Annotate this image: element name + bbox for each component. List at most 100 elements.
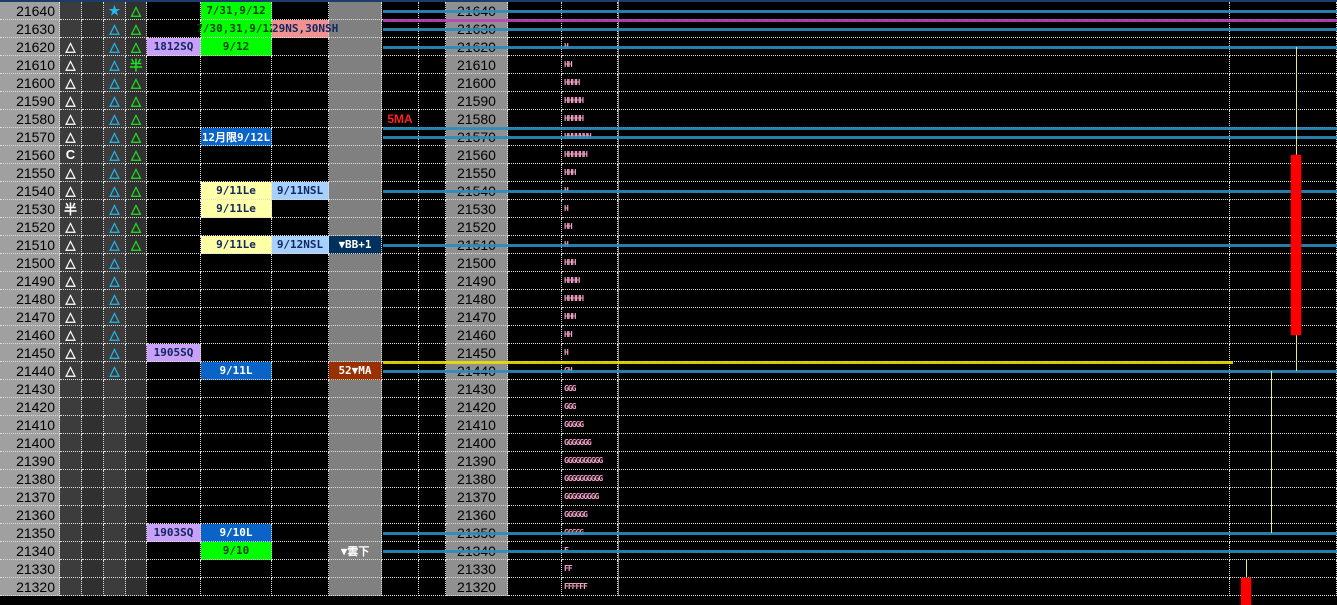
cell-ind: [329, 200, 382, 218]
level-label[interactable]: ▼雲下: [329, 542, 382, 560]
cell-b: △: [104, 74, 126, 92]
cell-a: [60, 2, 82, 20]
cell-a: △: [60, 182, 82, 200]
tpo-profile: HHH: [562, 254, 618, 272]
marker: △: [109, 290, 120, 306]
cell-x: [82, 236, 104, 254]
cell-c: △: [126, 182, 147, 200]
cell-chart2: [1230, 380, 1337, 398]
cell-c: △: [126, 110, 147, 128]
price-label: 21340: [0, 542, 60, 560]
cell-b: △: [104, 182, 126, 200]
cell-ind: [329, 506, 382, 524]
marker: ★: [108, 2, 121, 18]
cell-x: [82, 578, 104, 596]
price-label: 21520: [0, 218, 60, 236]
price-label: 21400: [446, 434, 508, 452]
price-label: 21410: [446, 416, 508, 434]
cell-e: [419, 416, 446, 434]
level-label[interactable]: ▼BB+1: [329, 236, 382, 254]
cell-ind: [329, 272, 382, 290]
cell-b: △: [104, 164, 126, 182]
cell-a: [60, 398, 82, 416]
support-resistance-line: [383, 531, 1337, 535]
cell-x: [82, 218, 104, 236]
marker: △: [65, 92, 76, 108]
cell-x: [82, 344, 104, 362]
level-label[interactable]: 52▼MA: [329, 362, 382, 380]
cell-e: [419, 272, 446, 290]
cell-sq: [147, 236, 201, 254]
cell-b: △: [104, 308, 126, 326]
level-label[interactable]: 12月限9/12L: [201, 128, 272, 146]
cell-c: △: [126, 92, 147, 110]
marker: △: [131, 110, 141, 126]
price-label: 21420: [0, 398, 60, 416]
cell-ns: [272, 434, 329, 452]
level-label[interactable]: 1903SQ: [147, 524, 201, 542]
price-label: 21460: [446, 326, 508, 344]
level-label[interactable]: 1812SQ: [147, 38, 201, 56]
cell-f: [508, 560, 562, 578]
price-label: 21370: [446, 488, 508, 506]
tpo-profile: GGG: [562, 398, 618, 416]
level-label[interactable]: 9/12: [201, 38, 272, 56]
cell-c: [126, 488, 147, 506]
cell-chart2: [1230, 56, 1337, 74]
cell-sq: [147, 380, 201, 398]
level-label[interactable]: 9/10L: [201, 524, 272, 542]
cell-chart: [618, 200, 1230, 218]
cell-ind: [329, 488, 382, 506]
cell-date: [201, 578, 272, 596]
cell-b: [104, 380, 126, 398]
cell-b: △: [104, 362, 126, 380]
cell-ns: [272, 560, 329, 578]
cell-chart: [618, 344, 1230, 362]
level-label[interactable]: 7/31,9/12: [201, 2, 272, 20]
level-label[interactable]: 1905SQ: [147, 344, 201, 362]
level-label[interactable]: 9/10: [201, 542, 272, 560]
cell-e: [419, 110, 446, 128]
cell-x: [82, 524, 104, 542]
cell-c: 半: [126, 56, 147, 74]
cell-x: [82, 434, 104, 452]
level-label[interactable]: 29NS,30NSH: [272, 20, 338, 38]
cell-sq: [147, 362, 201, 380]
level-label[interactable]: 5MA: [382, 110, 419, 128]
price-label: 21640: [0, 2, 60, 20]
cell-chart: [618, 380, 1230, 398]
level-label[interactable]: 9/11Le: [201, 182, 272, 200]
price-label: 21350: [0, 524, 60, 542]
marker: △: [109, 236, 120, 252]
cell-f: [508, 254, 562, 272]
cell-ind: [329, 470, 382, 488]
cell-a: △: [60, 164, 82, 182]
support-resistance-line: [383, 9, 1337, 13]
price-label: 21440: [0, 362, 60, 380]
cell-x: [82, 380, 104, 398]
level-label[interactable]: 9/11Le: [201, 200, 272, 218]
cell-sq: [147, 272, 201, 290]
level-label[interactable]: 9/11L: [201, 362, 272, 380]
cell-ind: [329, 398, 382, 416]
cell-b: △: [104, 92, 126, 110]
support-resistance-line: [383, 27, 1337, 31]
cell-sq: [147, 20, 201, 38]
cell-c: [126, 398, 147, 416]
cell-chart2: [1230, 254, 1337, 272]
level-label[interactable]: 9/11NSL: [272, 182, 329, 200]
cell-ns: [272, 542, 329, 560]
level-label[interactable]: 9/11Le: [201, 236, 272, 254]
level-label[interactable]: 7/30,31,9/12: [196, 20, 276, 38]
cell-a: △: [60, 218, 82, 236]
cell-x: [82, 506, 104, 524]
cell-b: △: [104, 326, 126, 344]
cell-f: [508, 470, 562, 488]
price-label: 21360: [446, 506, 508, 524]
cell-b: [104, 488, 126, 506]
cell-c: [126, 380, 147, 398]
price-label: 21600: [0, 74, 60, 92]
cell-ind: [329, 56, 382, 74]
price-label: 21500: [0, 254, 60, 272]
level-label[interactable]: 9/12NSL: [272, 236, 329, 254]
